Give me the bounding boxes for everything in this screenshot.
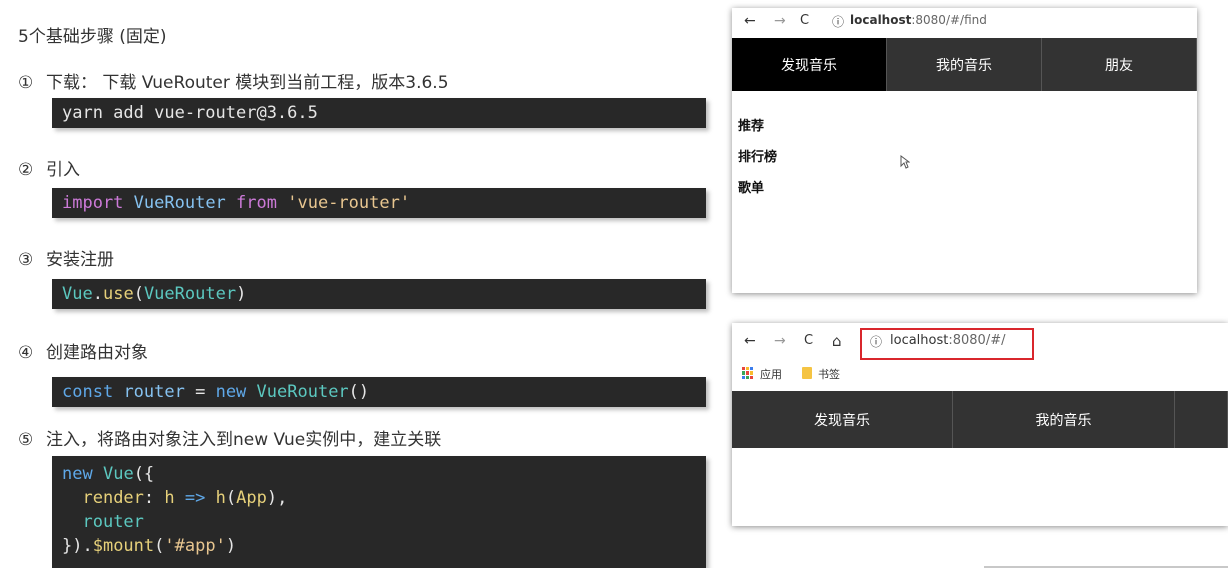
code-block-import: import VueRouter from 'vue-router' <box>52 188 706 218</box>
step-text: 下载： 下载 VueRouter 模块到当前工程，版本3.6.5 <box>46 73 449 93</box>
step-4: ④ 创建路由对象 <box>18 338 148 363</box>
step-text: 引入 <box>46 160 80 180</box>
step-text: 注入，将路由对象注入到new Vue实例中，建立关联 <box>46 430 442 450</box>
back-icon[interactable]: ← <box>744 333 756 349</box>
code-punct: ( <box>154 536 165 556</box>
step-number: ③ <box>18 250 34 270</box>
step-3: ③ 安装注册 <box>18 245 114 270</box>
nav-tabs: 发现音乐 我的音乐 朋友 <box>732 38 1197 91</box>
cursor-icon <box>900 155 910 169</box>
code-line: new Vue({ <box>62 462 696 486</box>
step-5: ⑤ 注入，将路由对象注入到new Vue实例中，建立关联 <box>18 425 441 450</box>
code-punct: = <box>184 382 216 402</box>
nav-tabs: 发现音乐 我的音乐 <box>732 391 1228 448</box>
tab-partial[interactable] <box>1175 391 1228 448</box>
step-text: 创建路由对象 <box>46 343 148 363</box>
tab-friends[interactable]: 朋友 <box>1042 38 1197 91</box>
code-identifier: Vue <box>62 284 93 304</box>
submenu-playlist[interactable]: 歌单 <box>738 177 764 196</box>
code-string: '#app' <box>164 536 226 556</box>
code-keyword: const <box>62 382 114 402</box>
tab-discover-music[interactable]: 发现音乐 <box>732 38 887 91</box>
code-block-use: Vue.use(VueRouter) <box>52 279 706 309</box>
code-keyword: new <box>215 382 247 402</box>
code-identifier: router <box>123 382 185 402</box>
step-2: ② 引入 <box>18 155 80 180</box>
step-number: ① <box>18 73 34 93</box>
submenu-recommend[interactable]: 推荐 <box>738 115 764 134</box>
folder-icon <box>802 367 812 379</box>
tab-discover-music[interactable]: 发现音乐 <box>732 391 953 448</box>
code-method: $mount <box>92 536 155 556</box>
browser-window-root: ← → C ⌂ ⓘ localhost:8080/#/ 应用 书签 发现音乐 我… <box>732 323 1228 526</box>
submenu-charts[interactable]: 排行榜 <box>738 146 777 165</box>
back-icon[interactable]: ← <box>744 13 756 29</box>
code-punct: ( <box>225 488 237 508</box>
code-keyword: new <box>62 464 93 484</box>
bookmark-apps[interactable]: 应用 <box>760 366 782 382</box>
code-punct: () <box>348 382 370 402</box>
code-punct: ) <box>236 284 247 304</box>
code-identifier: router <box>82 512 144 532</box>
tab-my-music[interactable]: 我的音乐 <box>953 391 1175 448</box>
code-line: }).$mount('#app') <box>62 534 696 558</box>
code-line: yarn add vue-router@3.6.5 <box>62 103 318 123</box>
code-punct: ( <box>133 284 144 304</box>
reload-icon[interactable]: C <box>800 13 809 28</box>
code-identifier: VueRouter <box>133 193 226 213</box>
step-text: 安装注册 <box>46 250 114 270</box>
code-block-create: const router = new VueRouter() <box>52 377 706 407</box>
forward-icon[interactable]: → <box>774 13 786 29</box>
step-number: ④ <box>18 343 34 363</box>
code-identifier: VueRouter <box>256 382 349 402</box>
step-number: ② <box>18 160 34 180</box>
code-identifier: h <box>215 488 226 508</box>
code-punct: : <box>143 488 165 508</box>
url-highlight-box <box>860 328 1034 360</box>
step-number: ⑤ <box>18 430 34 450</box>
home-icon[interactable]: ⌂ <box>832 332 842 350</box>
code-string: 'vue-router' <box>287 193 411 213</box>
apps-icon[interactable] <box>742 367 754 379</box>
code-line: Vue.use(VueRouter) <box>62 282 696 306</box>
code-key: render <box>82 488 144 508</box>
code-identifier: VueRouter <box>143 284 237 304</box>
code-punct: ), <box>266 488 288 508</box>
url-text[interactable]: localhost:8080/#/find <box>850 13 987 27</box>
forward-icon[interactable]: → <box>774 333 786 349</box>
code-keyword: import <box>62 193 124 213</box>
code-line: render: h => h(App), <box>62 486 696 510</box>
code-keyword: from <box>236 193 277 213</box>
code-punct: ({ <box>133 464 155 484</box>
page-heading: 5个基础步骤 (固定) <box>18 27 167 47</box>
browser-window-find: ← → C ⓘ localhost:8080/#/find 发现音乐 我的音乐 … <box>732 8 1197 293</box>
address-bar: ← → C ⓘ localhost:8080/#/find <box>732 8 1197 34</box>
code-punct: . <box>92 284 103 304</box>
code-line: import VueRouter from 'vue-router' <box>62 191 696 215</box>
code-block-inject: new Vue({ render: h => h(App), router })… <box>52 456 706 568</box>
code-identifier: Vue <box>102 464 134 484</box>
code-identifier: h <box>164 488 175 508</box>
code-method: use <box>102 284 134 304</box>
step-1: ① 下载： 下载 VueRouter 模块到当前工程，版本3.6.5 <box>18 68 449 93</box>
code-line: router <box>62 510 696 534</box>
code-identifier: App <box>236 488 267 508</box>
reload-icon[interactable]: C <box>804 333 813 348</box>
code-punct: }). <box>62 536 93 556</box>
info-icon: ⓘ <box>832 15 845 29</box>
url-path: :8080/#/find <box>911 13 987 27</box>
bookmark-folder[interactable]: 书签 <box>818 366 840 382</box>
code-punct: ) <box>225 536 237 556</box>
url-host: localhost <box>850 13 912 27</box>
code-block-install: yarn add vue-router@3.6.5 <box>52 98 706 128</box>
code-line: const router = new VueRouter() <box>62 380 696 404</box>
code-operator: => <box>184 488 206 508</box>
tab-my-music[interactable]: 我的音乐 <box>887 38 1042 91</box>
